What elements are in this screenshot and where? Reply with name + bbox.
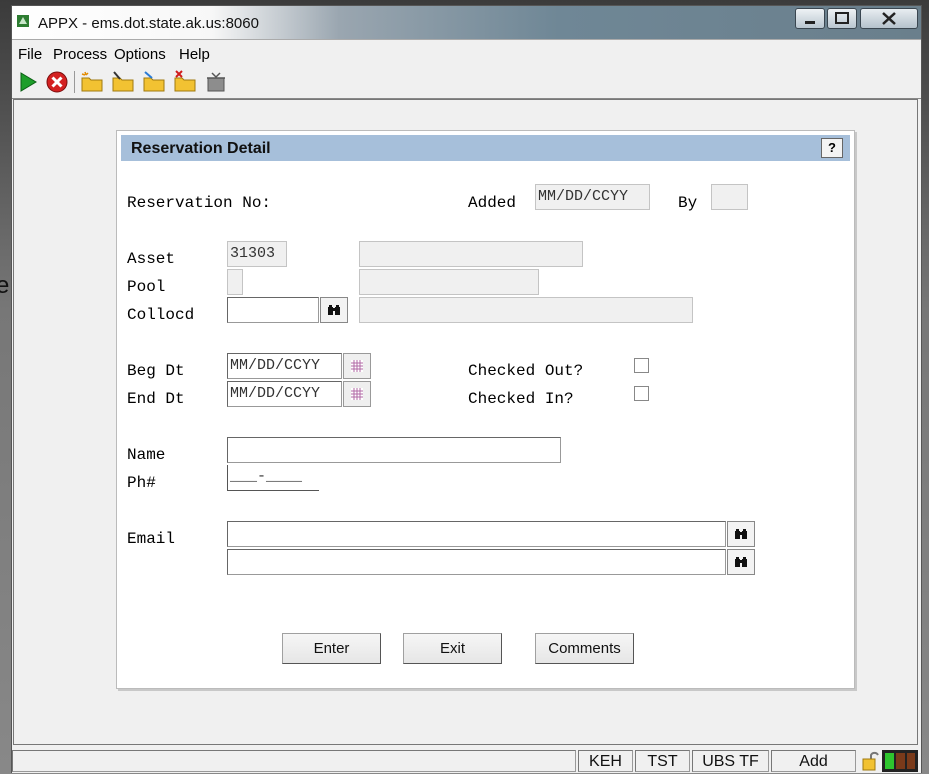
status-mode: Add <box>771 750 856 772</box>
close-button[interactable] <box>860 8 918 29</box>
calendar-icon <box>351 388 363 400</box>
by-label: By <box>678 194 698 212</box>
asset-label: Asset <box>127 250 176 268</box>
status-user: KEH <box>578 750 633 772</box>
calendar-icon <box>351 360 363 372</box>
pool-field[interactable] <box>227 269 243 295</box>
email-1-lookup-button[interactable] <box>727 521 755 547</box>
collocd-lookup-button[interactable] <box>320 297 348 323</box>
beg-dt-field[interactable]: MM/DD/CCYY <box>227 353 342 379</box>
beg-dt-label: Beg Dt <box>127 362 185 380</box>
menu-help[interactable]: Help <box>179 46 210 63</box>
end-dt-calendar-button[interactable] <box>343 381 371 407</box>
minimize-button[interactable] <box>795 8 825 29</box>
edit-folder-icon[interactable] <box>111 70 135 94</box>
pool-label: Pool <box>127 278 166 296</box>
by-field[interactable] <box>711 184 748 210</box>
binoculars-icon <box>328 305 340 315</box>
added-label: Added <box>468 194 517 212</box>
asset-field[interactable]: 31303 <box>227 241 287 267</box>
binoculars-icon <box>735 557 747 567</box>
name-label: Name <box>127 446 166 464</box>
client-area: Reservation Detail ? Reservation No: Add… <box>13 99 918 745</box>
binoculars-icon <box>735 529 747 539</box>
menu-options[interactable]: Options <box>114 46 166 63</box>
checked-out-label: Checked Out? <box>468 362 584 380</box>
folder-arrow-icon[interactable] <box>142 70 166 94</box>
comments-button[interactable]: Comments <box>535 633 634 664</box>
run-icon[interactable] <box>16 70 40 94</box>
status-environment: TST <box>635 750 690 772</box>
phone-label: Ph# <box>127 474 156 492</box>
exit-button[interactable]: Exit <box>403 633 502 664</box>
toolbar <box>12 66 921 99</box>
email-2-lookup-button[interactable] <box>727 549 755 575</box>
lock-icon <box>862 751 879 771</box>
pool-description-field <box>359 269 539 295</box>
end-dt-label: End Dt <box>127 390 185 408</box>
new-folder-icon[interactable] <box>80 70 104 94</box>
appx-app-icon <box>17 15 29 27</box>
delete-folder-icon[interactable] <box>173 70 197 94</box>
maximize-icon <box>835 12 849 24</box>
connection-status-icon <box>882 750 918 772</box>
checked-in-label: Checked In? <box>468 390 574 408</box>
menu-process[interactable]: Process <box>53 46 107 63</box>
beg-dt-calendar-button[interactable] <box>343 353 371 379</box>
dialog-header: Reservation Detail ? <box>121 135 850 161</box>
menu-file[interactable]: File <box>18 46 42 63</box>
toolbar-separator <box>74 71 75 93</box>
title-bar[interactable]: APPX - ems.dot.state.ak.us:8060 <box>12 6 921 39</box>
email-label: Email <box>127 530 176 548</box>
collocd-description-field <box>359 297 693 323</box>
email-field-1[interactable] <box>227 521 726 547</box>
maximize-button[interactable] <box>827 8 857 29</box>
name-field[interactable] <box>227 437 561 463</box>
minimize-icon <box>805 21 815 24</box>
appx-window: APPX - ems.dot.state.ak.us:8060 File Pro… <box>11 5 922 773</box>
enter-button[interactable]: Enter <box>282 633 381 664</box>
status-application: UBS TF <box>692 750 769 772</box>
close-icon <box>882 12 896 25</box>
menu-bar: File Process Options Help <box>12 39 921 67</box>
checked-in-checkbox[interactable] <box>634 386 649 401</box>
email-field-2[interactable] <box>227 549 726 575</box>
checked-out-checkbox[interactable] <box>634 358 649 373</box>
asset-description-field <box>359 241 583 267</box>
end-dt-field[interactable]: MM/DD/CCYY <box>227 381 342 407</box>
dialog-title: Reservation Detail <box>131 140 271 157</box>
help-button[interactable]: ? <box>821 138 843 158</box>
phone-field[interactable]: ___-____ <box>227 465 319 491</box>
window-title: APPX - ems.dot.state.ak.us:8060 <box>38 15 259 32</box>
collocd-label: Collocd <box>127 306 195 324</box>
collocd-field[interactable] <box>227 297 319 323</box>
reservation-no-label: Reservation No: <box>127 194 272 212</box>
reservation-detail-dialog: Reservation Detail ? Reservation No: Add… <box>116 130 855 689</box>
trash-icon[interactable] <box>204 70 228 94</box>
status-bar: KEH TST UBS TF Add <box>12 747 921 773</box>
added-date-field[interactable]: MM/DD/CCYY <box>535 184 650 210</box>
status-message <box>12 750 576 772</box>
cancel-icon[interactable] <box>45 70 69 94</box>
